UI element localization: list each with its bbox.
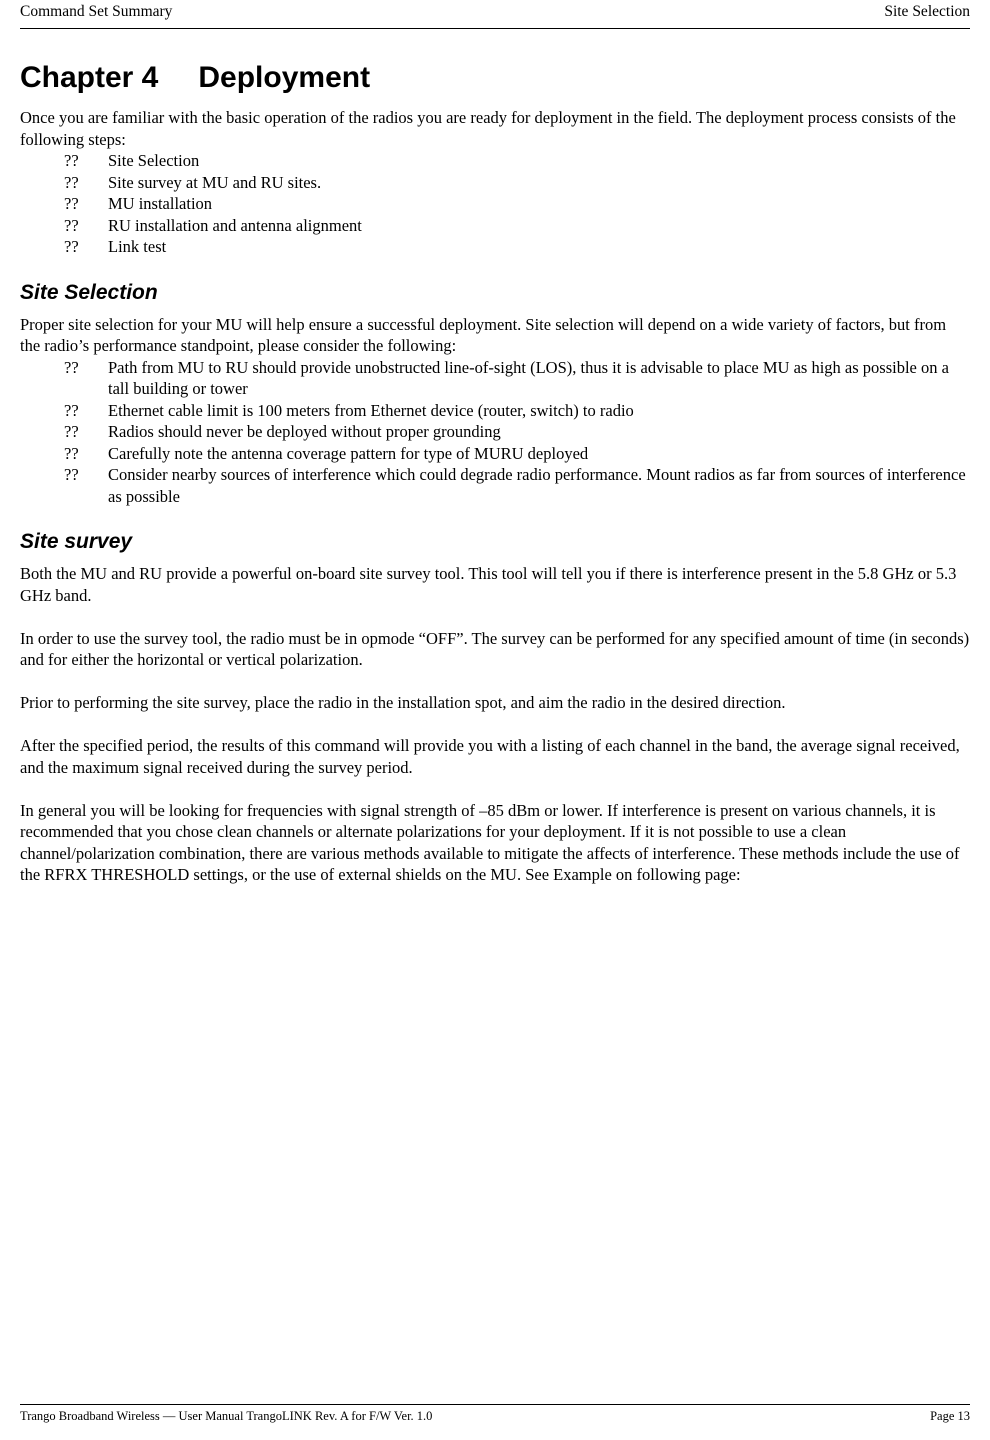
- document-page: Command Set Summary Site Selection Chapt…: [0, 0, 990, 1440]
- list-item-label: Site survey at MU and RU sites.: [108, 172, 322, 192]
- list-item-label: Link test: [108, 237, 167, 256]
- list-item: ?? Carefully note the antenna coverage pa…: [20, 443, 970, 465]
- list-item-label: Carefully note the antenna coverage patt…: [108, 443, 589, 463]
- site-survey-paragraph-1: Both the MU and RU provide a powerful on…: [20, 564, 957, 605]
- chapter-name: Deployment: [198, 61, 371, 94]
- footer-divider: [20, 1404, 970, 1405]
- site-survey-paragraph-3: Prior to performing the site survey, pla…: [20, 693, 786, 712]
- bullet-marker-icon: ??: [64, 237, 79, 256]
- page-header: Command Set Summary Site Selection: [20, 0, 970, 28]
- list-item: ?? Consider nearby sources of interferenc…: [20, 464, 970, 507]
- list-item: ?? MU installation: [20, 193, 970, 215]
- list-item-label: RU installation and antenna alignment: [108, 215, 362, 235]
- site-survey-paragraph-2: In order to use the survey tool, the rad…: [20, 628, 970, 670]
- page-footer: Trango Broadband Wireless — User Manual …: [20, 1404, 970, 1424]
- chapter-title: Chapter 4 Deployment: [20, 59, 970, 97]
- list-item: ?? Ethernet cable limit is 100 meters fro…: [20, 400, 970, 422]
- site-selection-list: ?? Path from MU to RU should provide unob…: [20, 357, 970, 508]
- footer-page-number: Page 13: [930, 1409, 970, 1423]
- chapter-number: Chapter 4: [20, 61, 159, 94]
- list-item: ?? Site survey at MU and RU sites.: [20, 172, 970, 194]
- footer-row: Trango Broadband Wireless — User Manual …: [20, 1408, 970, 1424]
- bullet-marker-icon: ??: [64, 194, 79, 213]
- bullet-marker-icon: ??: [64, 357, 79, 377]
- section-heading-site-selection: Site Selection: [20, 280, 158, 304]
- page-content: Chapter 4 Deployment Once you are familia…: [20, 29, 970, 886]
- list-item-label: Path from MU to RU should provide unobst…: [108, 357, 949, 399]
- header-right-text: Site Selection: [884, 3, 970, 20]
- bullet-marker-icon: ??: [64, 151, 79, 170]
- list-item-label: Radios should never be deployed without …: [108, 422, 501, 441]
- bullet-marker-icon: ??: [64, 215, 79, 235]
- footer-left-text: Trango Broadband Wireless — User Manual …: [20, 1409, 433, 1423]
- bullet-marker-icon: ??: [64, 400, 79, 420]
- bullet-marker-icon: ??: [64, 465, 79, 484]
- list-item: ?? RU installation and antenna alignment: [20, 215, 970, 237]
- list-item-label: MU installation: [108, 194, 213, 213]
- list-item: ?? Path from MU to RU should provide unob…: [20, 357, 970, 400]
- intro-paragraph: Once you are familiar with the basic ope…: [20, 108, 956, 149]
- section-heading-site-survey: Site survey: [20, 530, 133, 553]
- site-survey-paragraph-5: In general you will be looking for frequ…: [20, 800, 960, 885]
- bullet-marker-icon: ??: [64, 422, 79, 441]
- header-left-text: Command Set Summary: [20, 3, 173, 20]
- list-item-label: Ethernet cable limit is 100 meters from …: [108, 400, 634, 420]
- list-item: ?? Site Selection: [20, 150, 970, 172]
- deployment-steps-list: ?? Site Selection ?? Site survey at MU and…: [20, 150, 970, 258]
- bullet-marker-icon: ??: [64, 443, 79, 463]
- list-item-label: Consider nearby sources of interference …: [108, 465, 966, 506]
- site-survey-paragraph-4: After the specified period, the results …: [20, 736, 960, 777]
- bullet-marker-icon: ??: [64, 172, 79, 192]
- list-item: ?? Link test: [20, 236, 970, 258]
- list-item: ?? Radios should never be deployed withou…: [20, 421, 970, 443]
- site-selection-paragraph: Proper site selection for your MU will h…: [20, 314, 947, 356]
- list-item-label: Site Selection: [108, 151, 200, 170]
